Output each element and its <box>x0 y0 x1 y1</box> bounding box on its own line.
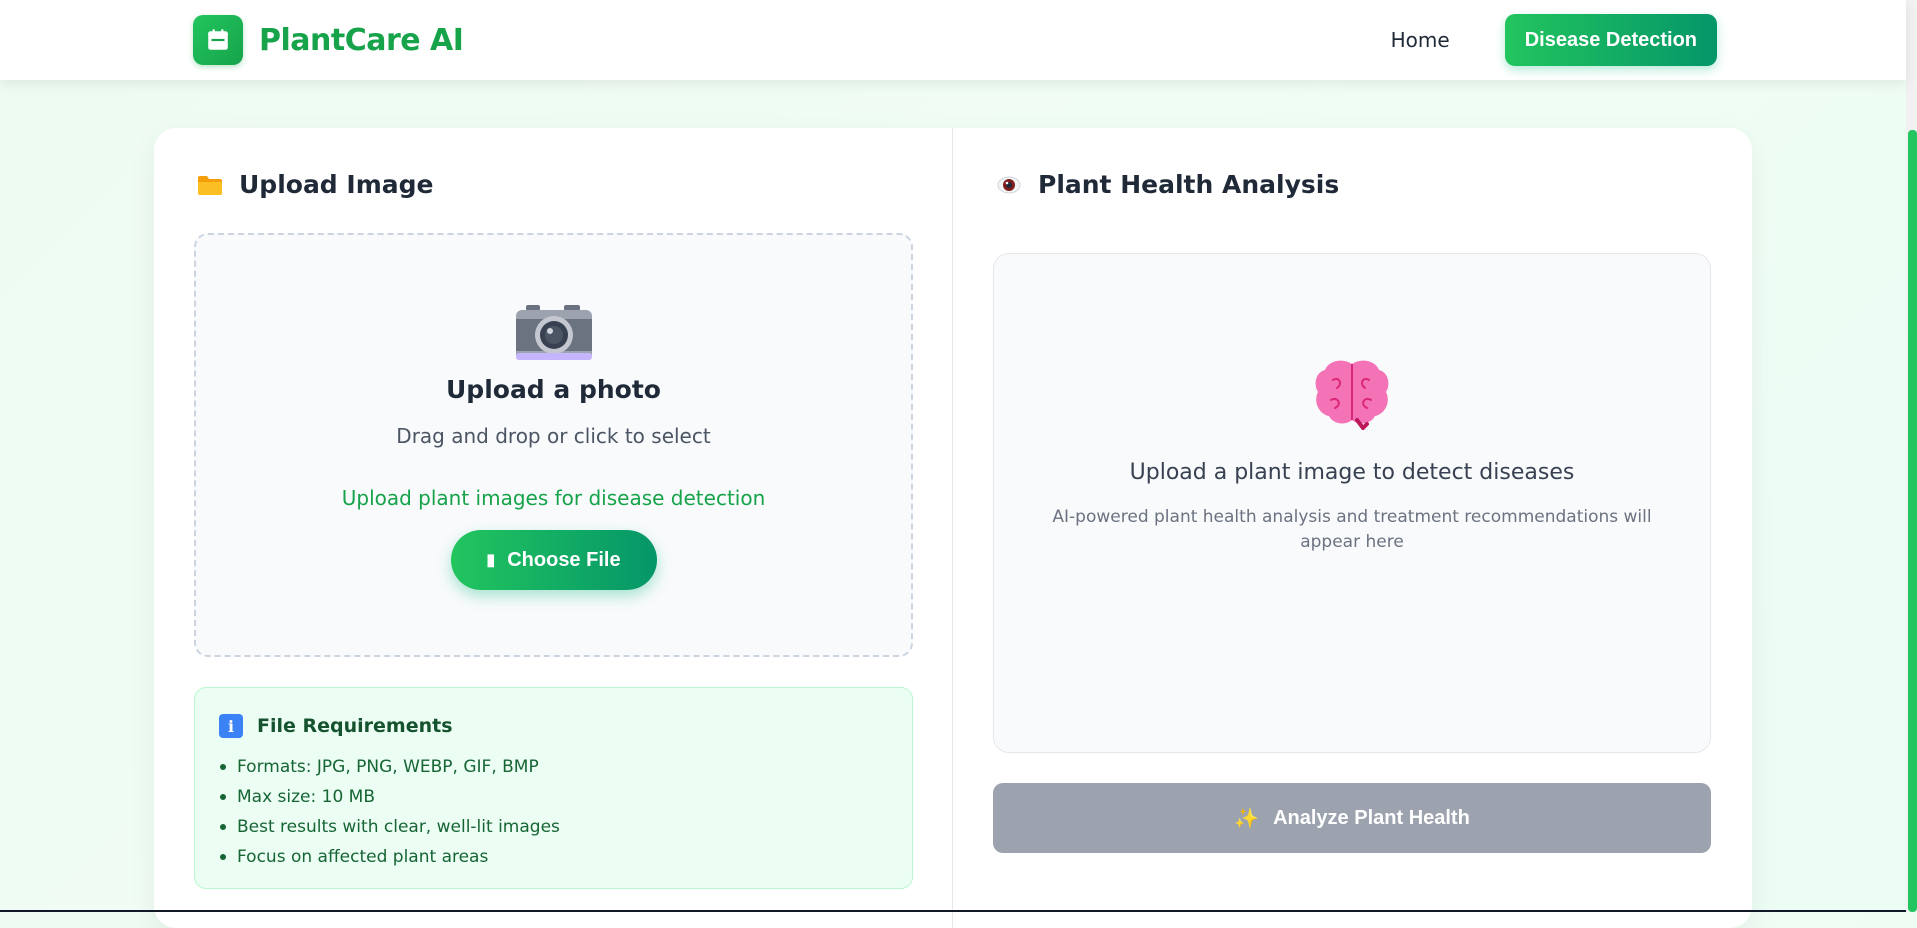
main-card: Upload Image Upload a photo Drag and dro… <box>154 128 1752 928</box>
requirements-title-text: File Requirements <box>257 715 453 737</box>
info-icon: i <box>219 714 243 738</box>
eye-icon <box>995 175 1023 195</box>
brand[interactable]: PlantCare AI <box>193 15 464 65</box>
scrollbar-thumb[interactable] <box>1908 130 1917 912</box>
nav-home-link[interactable]: Home <box>1391 28 1450 52</box>
calendar-icon <box>193 15 243 65</box>
dropzone-hint: Upload plant images for disease detectio… <box>341 486 766 510</box>
list-item: Focus on affected plant areas <box>220 842 888 872</box>
list-item: Best results with clear, well-lit images <box>220 812 888 842</box>
page-scrollbar[interactable] <box>1906 0 1917 912</box>
dropzone-subtitle: Drag and drop or click to select <box>396 424 711 448</box>
analysis-placeholder-title: Upload a plant image to detect diseases <box>1129 460 1575 485</box>
analysis-placeholder-subtitle: AI-powered plant health analysis and tre… <box>1052 507 1652 552</box>
brain-icon <box>994 358 1710 430</box>
analyze-button-label: Analyze Plant Health <box>1273 806 1470 829</box>
upload-dropzone[interactable]: Upload a photo Drag and drop or click to… <box>194 233 913 657</box>
choose-file-label: Choose File <box>507 548 621 571</box>
sparkles-icon: ✨ <box>1234 807 1260 830</box>
analysis-section-title: Plant Health Analysis <box>995 170 1339 199</box>
top-nav-bar: PlantCare AI Home Disease Detection <box>0 0 1906 80</box>
analysis-section-title-text: Plant Health Analysis <box>1038 170 1340 199</box>
main-nav: Home Disease Detection <box>1391 14 1717 66</box>
folder-icon <box>196 174 224 196</box>
requirements-list: Formats: JPG, PNG, WEBP, GIF, BMP Max si… <box>219 752 888 872</box>
list-item: Formats: JPG, PNG, WEBP, GIF, BMP <box>220 752 888 782</box>
file-requirements: i File Requirements Formats: JPG, PNG, W… <box>194 687 913 889</box>
nav-disease-detection-button[interactable]: Disease Detection <box>1504 14 1717 66</box>
upload-section-title: Upload Image <box>196 170 433 199</box>
file-icon: ▮ <box>486 552 496 569</box>
dropzone-title: Upload a photo <box>446 375 661 404</box>
upload-panel: Upload Image Upload a photo Drag and dro… <box>154 128 953 928</box>
requirements-title: i File Requirements <box>219 714 888 738</box>
analysis-panel: Plant Health Analysis Upload a plant ima… <box>953 128 1752 928</box>
analysis-placeholder: Upload a plant image to detect diseases … <box>993 253 1711 753</box>
camera-icon <box>196 305 911 361</box>
brand-name: PlantCare AI <box>259 22 464 58</box>
upload-section-title-text: Upload Image <box>239 170 434 199</box>
list-item: Max size: 10 MB <box>220 782 888 812</box>
analyze-plant-health-button[interactable]: ✨ Analyze Plant Health <box>993 783 1711 853</box>
choose-file-button[interactable]: ▮ Choose File <box>450 530 657 590</box>
